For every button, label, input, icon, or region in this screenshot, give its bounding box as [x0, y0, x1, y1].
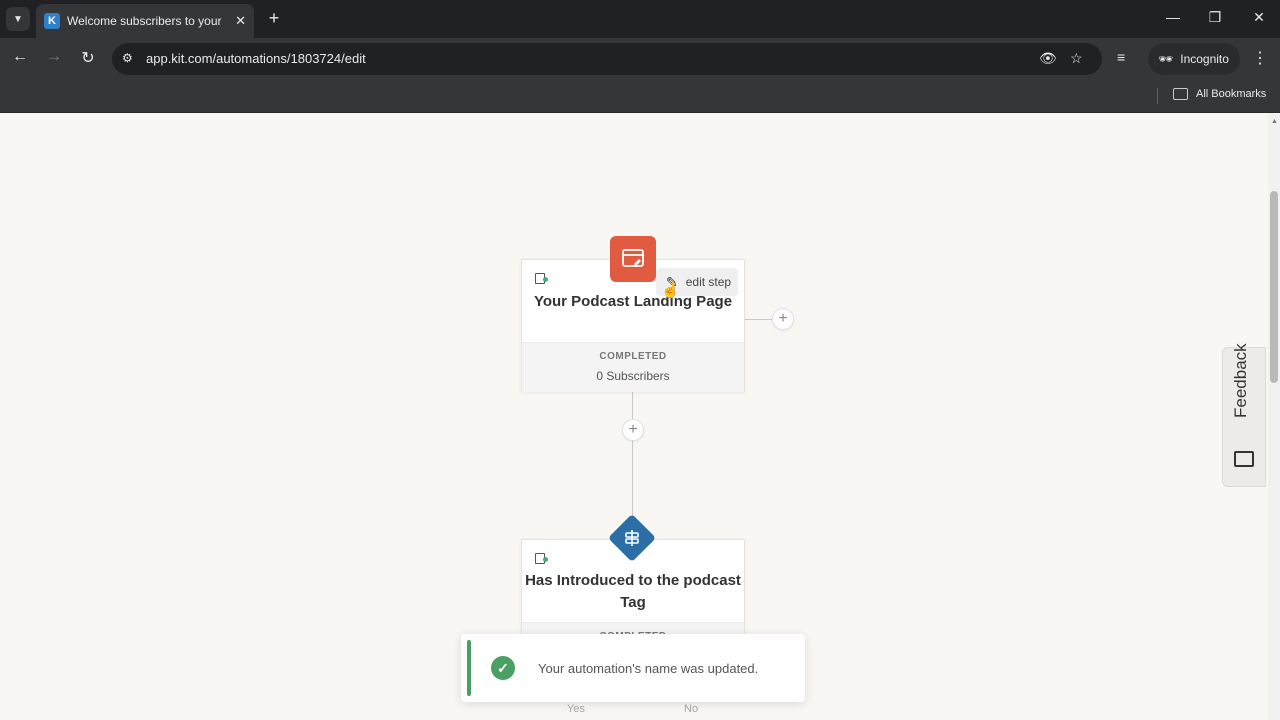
bookmarks-bar: All Bookmarks	[0, 80, 1280, 113]
hand-cursor-icon: ☝	[661, 282, 680, 299]
tab-close-icon[interactable]: ✕	[235, 13, 246, 29]
toast-message: Your automation's name was updated.	[538, 661, 759, 676]
back-button[interactable]: ←	[9, 48, 31, 66]
scrollbar-thumb[interactable]	[1270, 191, 1278, 383]
bookmark-star-icon[interactable]: ☆	[1070, 50, 1083, 67]
tracking-protection-icon[interactable]: 👁	[1039, 50, 1057, 67]
chat-icon	[1234, 451, 1254, 467]
check-circle-icon: ✓	[491, 656, 515, 680]
bookmarks-divider	[1157, 88, 1158, 104]
subscriber-count: 0 Subscribers	[596, 369, 670, 383]
tab-search-button[interactable]: ▼	[6, 7, 30, 31]
toast-accent-bar	[467, 640, 471, 696]
step-status-panel: COMPLETED 0 Subscribers	[522, 342, 744, 392]
restore-window-button[interactable]: ❐	[1205, 9, 1225, 26]
step-title: Has Introduced to the podcast Tag	[525, 572, 741, 611]
connector-line	[632, 392, 633, 420]
browser-menu-icon[interactable]: ⋮	[1252, 48, 1268, 68]
condition-glyph-icon	[625, 530, 639, 546]
incognito-profile-button[interactable]: 🕶 Incognito	[1148, 43, 1240, 75]
address-bar[interactable]: ⚙ app.kit.com/automations/1803724/edit 👁…	[112, 43, 1102, 75]
media-controls-icon[interactable]: ≡	[1117, 49, 1125, 65]
url-text[interactable]: app.kit.com/automations/1803724/edit	[146, 51, 366, 66]
landing-page-glyph-icon	[622, 249, 644, 267]
forward-button[interactable]: →	[43, 48, 65, 66]
active-status-dot	[543, 277, 548, 282]
feedback-button[interactable]: Feedback	[1222, 343, 1266, 487]
site-settings-icon[interactable]: ⚙	[122, 51, 133, 65]
add-step-below-button[interactable]: +	[622, 419, 644, 441]
scroll-up-arrow-icon[interactable]: ▲	[1271, 118, 1278, 125]
active-status-dot	[543, 557, 548, 562]
connector-line	[632, 441, 633, 519]
edit-step-label: edit step	[685, 275, 732, 289]
close-window-button[interactable]: ✕	[1249, 9, 1269, 26]
kit-favicon-icon: K	[44, 13, 60, 29]
feedback-label: Feedback	[1231, 343, 1250, 418]
landing-page-icon[interactable]	[610, 236, 656, 282]
browser-tab-strip: ▼ K Welcome subscribers to your p ✕ + — …	[0, 0, 1280, 38]
add-step-right-button[interactable]: +	[772, 308, 794, 330]
folder-icon	[1173, 88, 1188, 100]
page-scrollbar[interactable]: ▲	[1268, 113, 1280, 720]
new-tab-button[interactable]: +	[264, 8, 284, 29]
tab-title: Welcome subscribers to your p	[67, 14, 225, 28]
minimize-window-button[interactable]: —	[1163, 9, 1183, 25]
browser-tab-active[interactable]: K Welcome subscribers to your p ✕	[36, 4, 254, 38]
step-status-label: COMPLETED	[599, 351, 667, 362]
branch-yes-label: Yes	[567, 703, 585, 715]
incognito-label: Incognito	[1180, 52, 1229, 66]
branch-no-label: No	[684, 703, 699, 715]
reload-button[interactable]: ↻	[77, 48, 99, 68]
connector-line	[745, 319, 772, 320]
browser-toolbar: ← → ↻ ⚙ app.kit.com/automations/1803724/…	[0, 38, 1280, 80]
success-toast: ✓ Your automation's name was updated.	[461, 634, 805, 702]
incognito-icon: 🕶	[1158, 52, 1174, 66]
all-bookmarks-button[interactable]: All Bookmarks	[1196, 88, 1266, 100]
